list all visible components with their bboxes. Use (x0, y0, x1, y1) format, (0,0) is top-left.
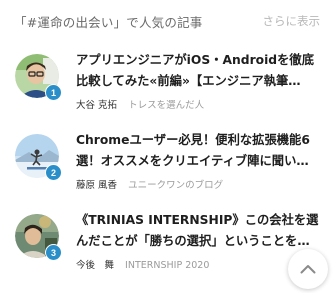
show-more-link[interactable]: さらに表示 (263, 13, 321, 29)
article-title-line: アプリエンジニアがiOS・Androidを徹底 (76, 53, 314, 67)
article-blog: INTERNSHIP 2020 (125, 260, 210, 271)
article-meta-1: 大谷 克拓 トレスを選んだ人 (76, 97, 326, 111)
article-author: 藤原 風香 (76, 180, 118, 191)
author-avatar-1: 1 (15, 54, 62, 101)
article-text-2: Chromeユーザー必見！便利な拡張機能6 選！オススメをクリエイティブ陣に聞い… (76, 130, 326, 191)
author-avatar-2: 2 (15, 134, 62, 181)
article-blog: ユニークワンのブログ (128, 180, 224, 191)
article-title-2[interactable]: Chromeユーザー必見！便利な拡張機能6 選！オススメをクリエイティブ陣に聞い… (76, 130, 326, 172)
article-blog: トレスを選んだ人 (128, 100, 205, 111)
article-title-line: 選！オススメをクリエイティブ陣に聞い… (76, 154, 309, 168)
article-title-line: Chromeユーザー必見！便利な拡張機能6 (76, 133, 310, 147)
section-header: 「#運命の出会い」で人気の記事 さらに表示 (14, 10, 326, 32)
author-avatar-3: 3 (15, 214, 62, 261)
article-text-1: アプリエンジニアがiOS・Androidを徹底 比較してみた«前編»【エンジニア… (76, 50, 326, 111)
rank-badge-1: 1 (45, 84, 62, 101)
article-title-line: 《TRINIAS INTERNSHIP》この会社を選 (76, 213, 319, 227)
article-title-line: 比較してみた«前編»【エンジニア執筆… (76, 74, 301, 88)
article-title-line: んだことが「勝ちの選択」ということを… (76, 234, 310, 248)
chevron-up-icon (300, 265, 316, 274)
scroll-to-top-button[interactable] (288, 249, 328, 289)
article-meta-2: 藤原 風香 ユニークワンのブログ (76, 177, 326, 191)
article-item-2[interactable]: 2 Chromeユーザー必見！便利な拡張機能6 選！オススメをクリエイティブ陣に… (0, 124, 334, 202)
article-title-3[interactable]: 《TRINIAS INTERNSHIP》この会社を選 んだことが「勝ちの選択」と… (76, 210, 326, 252)
rank-badge-3: 3 (45, 244, 62, 261)
article-item-3[interactable]: 3 《TRINIAS INTERNSHIP》この会社を選 んだことが「勝ちの選択… (0, 204, 334, 282)
rank-badge-2: 2 (45, 164, 62, 181)
article-author: 今後 舞 (76, 260, 115, 271)
article-item-1[interactable]: 1 アプリエンジニアがiOS・Androidを徹底 比較してみた«前編»【エンジ… (0, 44, 334, 122)
section-title: 「#運命の出会い」で人気の記事 (14, 15, 203, 30)
article-author: 大谷 克拓 (76, 100, 118, 111)
article-title-1[interactable]: アプリエンジニアがiOS・Androidを徹底 比較してみた«前編»【エンジニア… (76, 50, 326, 92)
